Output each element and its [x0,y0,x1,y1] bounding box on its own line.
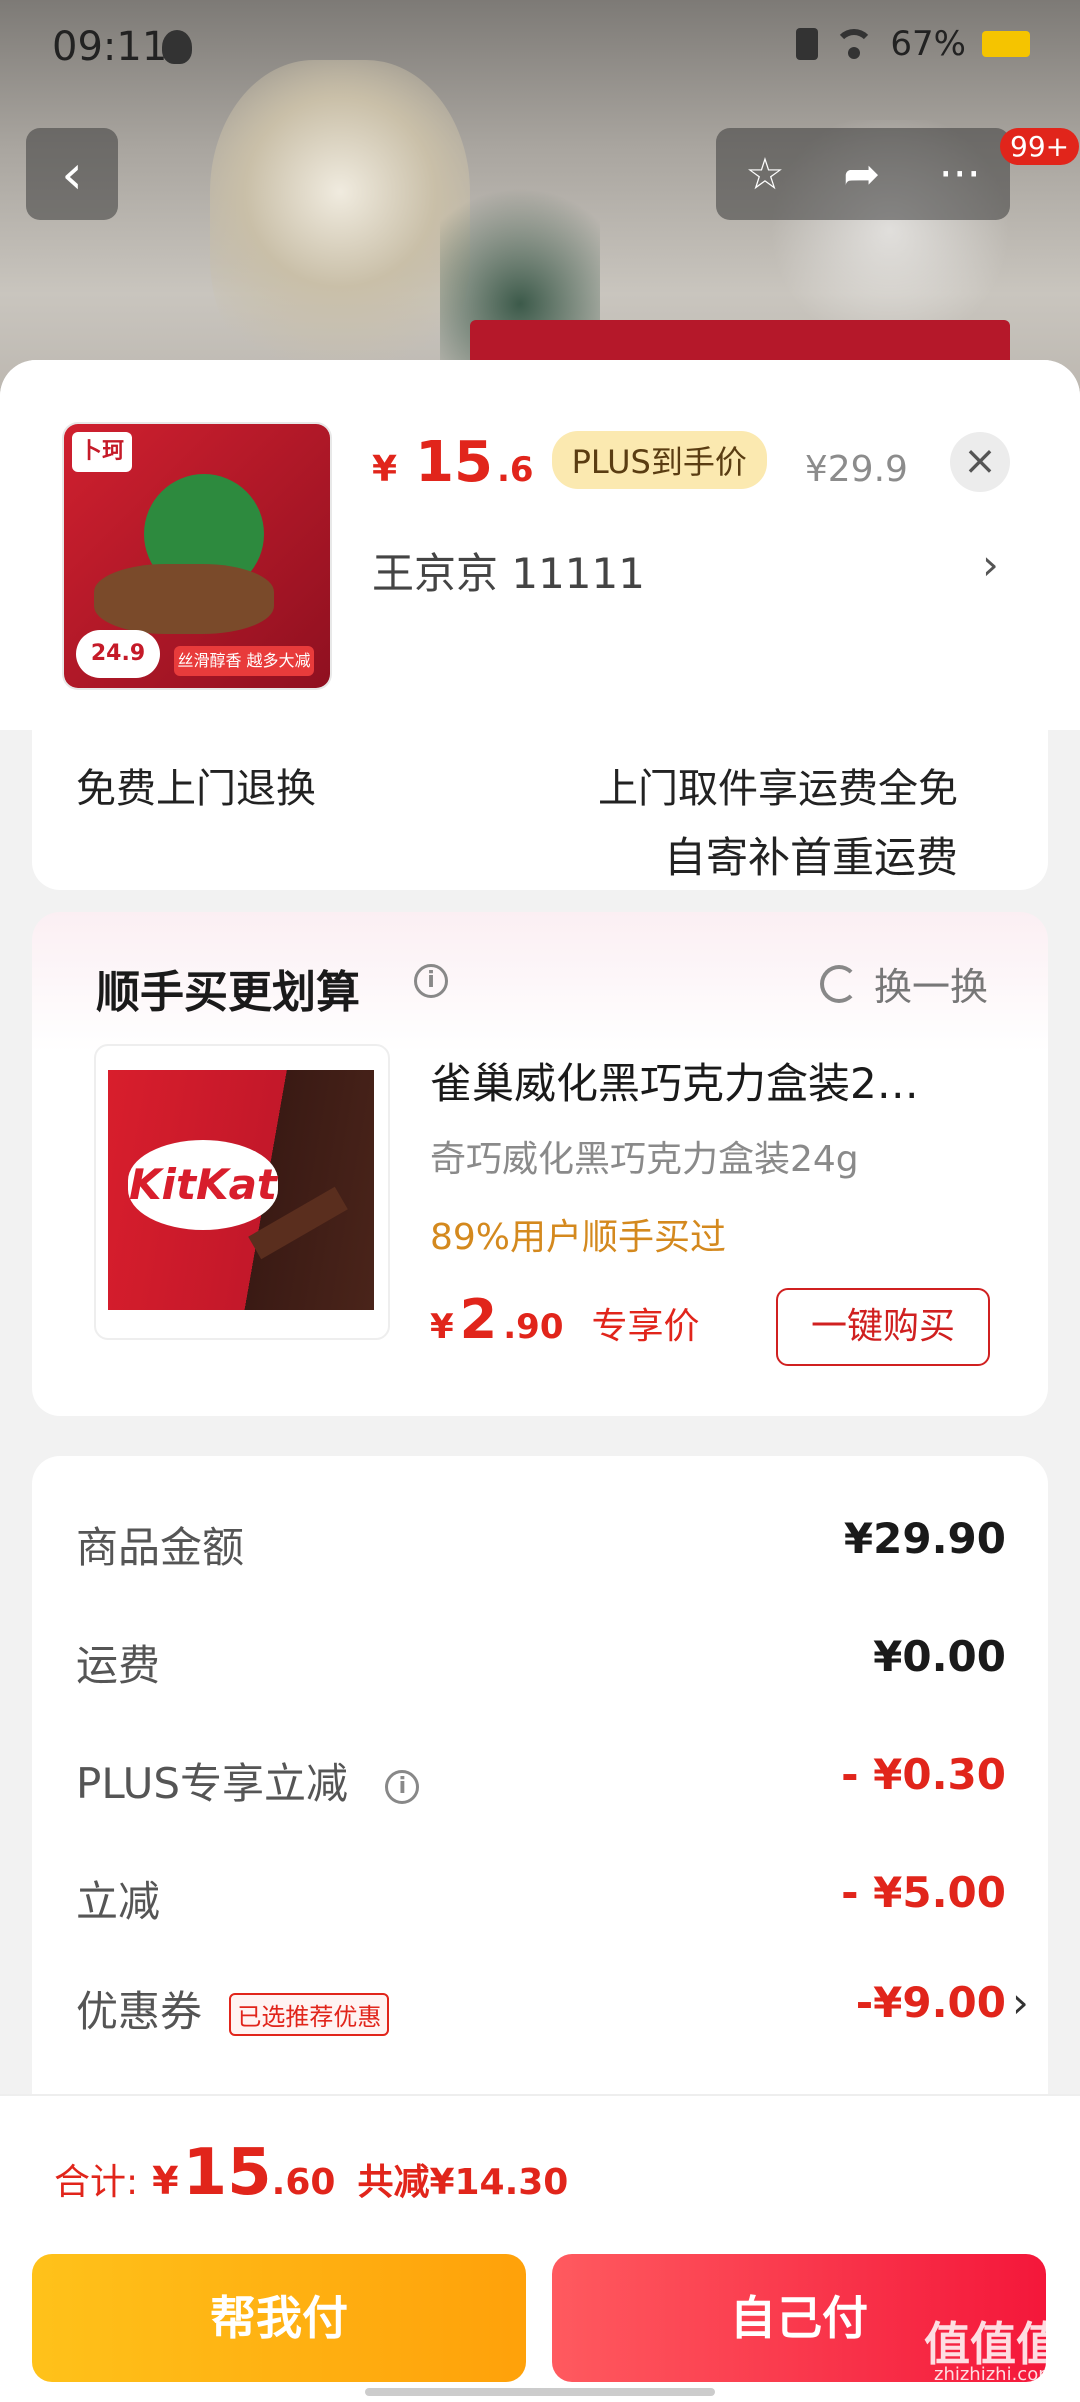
price-row: ¥ 15 .6 PLUS到手价 ¥29.9 [372,430,908,497]
qq-notification-icon [162,30,192,64]
price-decimal: .6 [497,450,534,490]
total-saved: 共减¥14.30 [357,2162,569,2203]
quick-buy-button[interactable]: 一键购买 [776,1288,990,1366]
thumbnail-price: 24.9 [76,630,160,678]
share-icon[interactable]: ➦ [843,149,880,200]
addon-product-subtitle: 奇巧威化黑巧克力盒装24g [430,1139,859,1180]
service-detail-2: 自寄补首重运费 [663,833,958,882]
total-amount: 15 [182,2136,272,2210]
price-integer: 15 [415,430,493,495]
thumbnail-strip: 丝滑醇香 越多大减 [174,646,314,676]
total-label: 合计: [54,2162,139,2203]
detail-row-instant-discount: 立减 - ¥5.00 [76,1868,1006,1926]
chevron-right-icon[interactable]: › [982,540,999,589]
total-row: 合计: ¥ 15 .60 共减¥14.30 [54,2136,569,2210]
home-indicator[interactable] [365,2388,715,2396]
detail-row-plus-discount: PLUS专享立减 i - ¥0.30 [76,1750,1006,1808]
more-icon[interactable]: ··· [939,149,981,200]
service-label: 免费上门退换 [76,766,316,812]
checkout-footer: 合计: ¥ 15 .60 共减¥14.30 帮我付 自己付 值值值 zhizhi… [0,2094,1080,2402]
info-icon[interactable]: i [385,1769,420,1804]
price-currency: ¥ [372,449,398,490]
addon-title: 顺手买更划算 [96,967,360,1018]
star-icon[interactable]: ☆ [745,149,784,200]
sim-icon [796,28,819,60]
addon-popularity: 89%用户顺手买过 [430,1217,727,1258]
addon-price: ¥ 2 .90 专享价 [430,1288,700,1351]
addon-product-name[interactable]: 雀巢威化黑巧克力盒装2… [430,1050,1000,1111]
thumbnail-brand: 卜珂 [72,432,132,472]
refresh-button[interactable]: 换一换 [819,956,988,1011]
message-badge: 99+ [1000,128,1080,165]
chevron-left-icon: ‹ [61,142,83,206]
thumbnail-chocolate [94,564,274,634]
info-icon[interactable]: i [414,964,448,998]
status-time: 09:11 [52,24,168,70]
addon-card: 顺手买更划算 i 换一换 KitKat 雀巢威化黑巧克力盒装2… 奇巧威化黑巧克… [32,912,1048,1416]
plus-price-tag: PLUS到手价 [551,431,767,489]
battery-icon [982,31,1030,57]
close-button[interactable]: × [950,432,1010,492]
refresh-icon [819,964,858,1003]
original-price: ¥29.9 [804,449,908,490]
battery-percent: 67% [890,24,966,64]
close-icon: × [963,438,997,484]
product-thumbnail[interactable]: 卜珂 24.9 丝滑醇香 越多大减 [64,424,330,688]
coupon-tag: 已选推荐优惠 [229,1993,390,2036]
back-button[interactable]: ‹ [26,128,118,220]
detail-row-shipping: 运费 ¥0.00 [76,1632,1006,1690]
sheet-header: 卜珂 24.9 丝滑醇香 越多大减 ¥ 15 .6 PLUS到手价 ¥29.9 … [0,360,1080,730]
address-row[interactable]: 王京京 11111 [372,540,645,601]
status-bar: 09:11 67% [0,0,1080,100]
service-detail: 上门取件享运费全免 [598,766,958,812]
top-action-group: ☆ ➦ ··· [716,128,1010,220]
watermark-url: zhizhizhi.com [934,2364,1056,2385]
pay-for-me-button[interactable]: 帮我付 [32,2254,526,2382]
decoration-flower [210,60,470,390]
kitkat-logo: KitKat [128,1140,278,1230]
addon-price-label: 专享价 [591,1306,700,1347]
refresh-label: 换一换 [873,965,988,1009]
wifi-icon [834,29,875,59]
detail-row-goods: 商品金额 ¥29.90 [76,1514,1006,1572]
chevron-right-icon[interactable]: › [1012,1978,1029,2027]
addon-product-image[interactable]: KitKat [94,1044,390,1340]
detail-row-coupon[interactable]: 优惠券 已选推荐优惠 -¥9.00 [76,1978,1006,2038]
